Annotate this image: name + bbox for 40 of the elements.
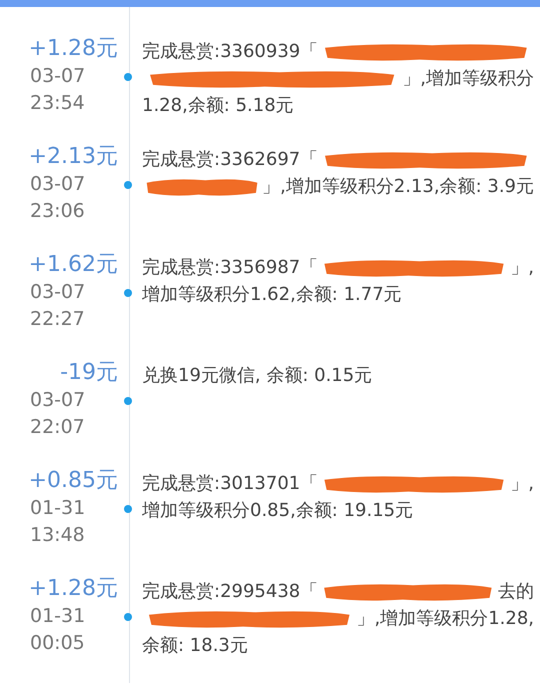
time: 13:48 xyxy=(29,523,86,548)
amount: +0.85元 xyxy=(28,467,118,495)
timeline-dot xyxy=(124,289,132,297)
amount: +1.28元 xyxy=(28,575,118,603)
timeline-dot xyxy=(124,397,132,405)
date: 01-31 xyxy=(29,496,86,521)
date: 03-07 xyxy=(29,172,86,197)
date: 03-07 xyxy=(29,64,86,89)
timeline-dot xyxy=(124,613,132,621)
description-text: 去的 xyxy=(498,580,534,604)
description-text: 兑换19元微信, 余额: 0.15元 xyxy=(142,364,372,388)
description-text: 完成悬赏:3362697「 xyxy=(142,148,318,172)
description-text: 」,增加等级积分 xyxy=(402,67,534,91)
timeline-dot xyxy=(124,73,132,81)
amount: +1.62元 xyxy=(28,251,118,279)
description-text: 」,增加等级积分2.13,余额: 3.9元 xyxy=(262,175,534,199)
description-text: 1.28,余额: 5.18元 xyxy=(142,94,294,118)
amount: -19元 xyxy=(59,359,118,387)
description-text: 」, xyxy=(510,256,534,280)
description-text: 余额: 18.3元 xyxy=(142,634,248,658)
description-text: 增加等级积分1.62,余额: 1.77元 xyxy=(142,283,402,307)
description-text: 完成悬赏:2995438「 xyxy=(142,580,318,604)
date: 01-31 xyxy=(29,604,86,629)
description-text: 」,增加等级积分1.28, xyxy=(356,607,534,631)
description-text: 完成悬赏:3360939「 xyxy=(142,40,318,64)
date: 03-07 xyxy=(29,280,86,305)
timeline-dot xyxy=(124,505,132,513)
timeline-dot xyxy=(124,181,132,189)
description-text: 」, xyxy=(510,472,534,496)
description-text: 增加等级积分0.85,余额: 19.15元 xyxy=(142,499,414,523)
amount: +1.28元 xyxy=(28,35,118,63)
amount: +2.13元 xyxy=(28,143,118,171)
time: 22:07 xyxy=(29,415,86,440)
description-text: 完成悬赏:3013701「 xyxy=(142,472,318,496)
time: 00:05 xyxy=(29,631,86,656)
time: 23:06 xyxy=(29,199,86,224)
time: 23:54 xyxy=(29,91,86,116)
date: 03-07 xyxy=(29,388,86,413)
description-text: 完成悬赏:3356987「 xyxy=(142,256,318,280)
time: 22:27 xyxy=(29,307,86,332)
